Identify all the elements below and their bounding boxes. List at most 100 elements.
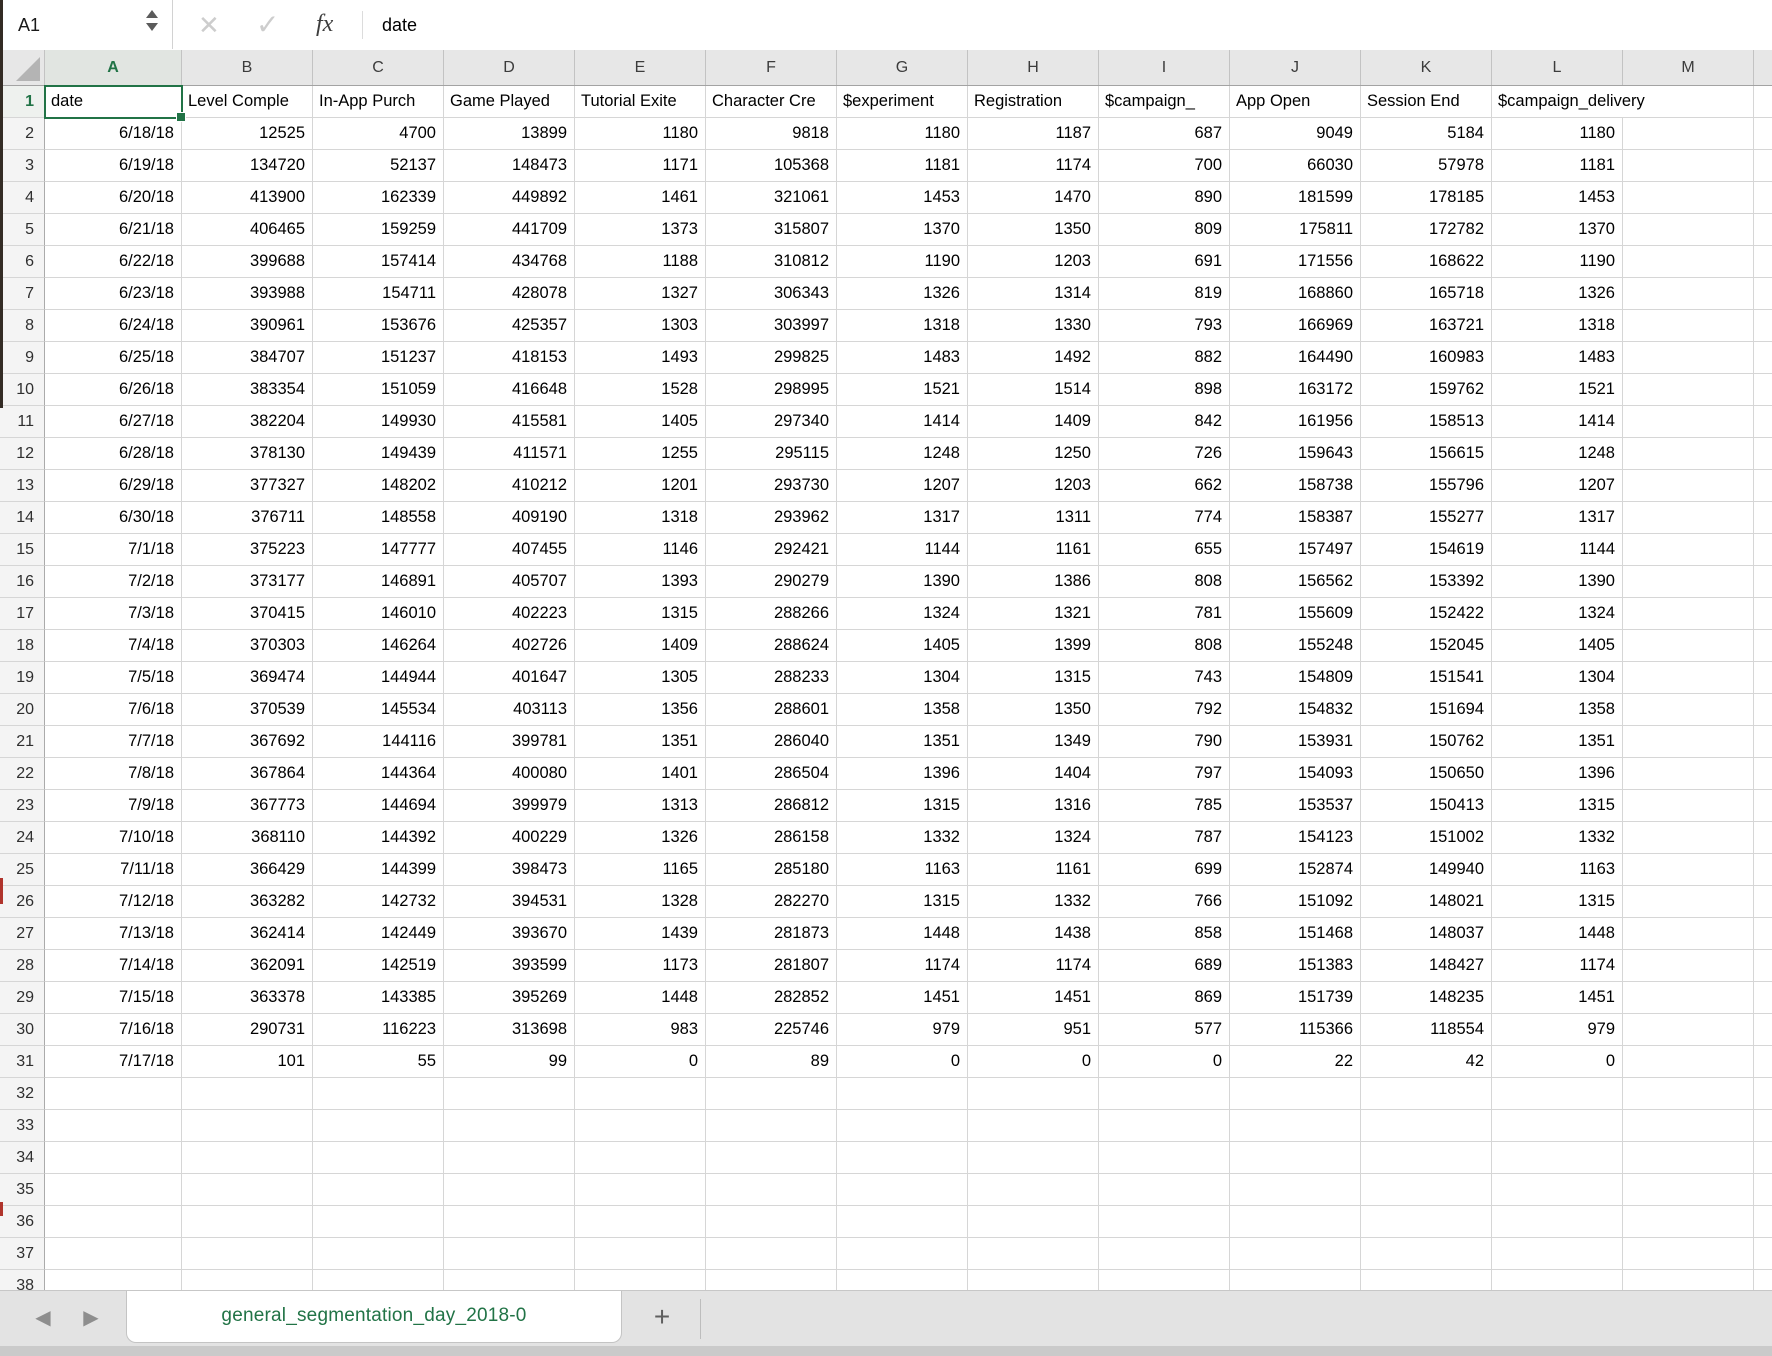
cell-A29[interactable]: 7/15/18 bbox=[45, 982, 182, 1014]
cell-K11[interactable]: 158513 bbox=[1361, 406, 1492, 438]
cell-B8[interactable]: 390961 bbox=[182, 310, 313, 342]
cell-J36[interactable] bbox=[1230, 1206, 1361, 1238]
cell-C30[interactable]: 116223 bbox=[313, 1014, 444, 1046]
cell-F19[interactable]: 288233 bbox=[706, 662, 837, 694]
cell-F6[interactable]: 310812 bbox=[706, 246, 837, 278]
cell-H3[interactable]: 1174 bbox=[968, 150, 1099, 182]
cell-F14[interactable]: 293962 bbox=[706, 502, 837, 534]
cell-K34[interactable] bbox=[1361, 1142, 1492, 1174]
cell-L21[interactable]: 1351 bbox=[1492, 726, 1623, 758]
cell-L38[interactable] bbox=[1492, 1270, 1623, 1290]
cell-B17[interactable]: 370415 bbox=[182, 598, 313, 630]
cell-B6[interactable]: 399688 bbox=[182, 246, 313, 278]
cell-M38[interactable] bbox=[1623, 1270, 1754, 1290]
cell-L2[interactable]: 1180 bbox=[1492, 118, 1623, 150]
cell-E24[interactable]: 1326 bbox=[575, 822, 706, 854]
cell-M5[interactable] bbox=[1623, 214, 1754, 246]
cell-I5[interactable]: 809 bbox=[1099, 214, 1230, 246]
row-header-14[interactable]: 14 bbox=[0, 502, 45, 534]
cell-G24[interactable]: 1332 bbox=[837, 822, 968, 854]
cell-D28[interactable]: 393599 bbox=[444, 950, 575, 982]
row-header-26[interactable]: 26 bbox=[0, 886, 45, 918]
cell-I7[interactable]: 819 bbox=[1099, 278, 1230, 310]
cell-A36[interactable] bbox=[45, 1206, 182, 1238]
cell-D15[interactable]: 407455 bbox=[444, 534, 575, 566]
cell-L28[interactable]: 1174 bbox=[1492, 950, 1623, 982]
row-header-13[interactable]: 13 bbox=[0, 470, 45, 502]
cell-M23[interactable] bbox=[1623, 790, 1754, 822]
row-header-35[interactable]: 35 bbox=[0, 1174, 45, 1206]
cell-F3[interactable]: 105368 bbox=[706, 150, 837, 182]
row-header-8[interactable]: 8 bbox=[0, 310, 45, 342]
cell-L36[interactable] bbox=[1492, 1206, 1623, 1238]
cell-B14[interactable]: 376711 bbox=[182, 502, 313, 534]
cell-H31[interactable]: 0 bbox=[968, 1046, 1099, 1078]
cell-K1[interactable]: Session End bbox=[1361, 86, 1492, 118]
select-all-corner[interactable] bbox=[0, 50, 45, 85]
cell-F18[interactable]: 288624 bbox=[706, 630, 837, 662]
cell-G7[interactable]: 1326 bbox=[837, 278, 968, 310]
cell-A23[interactable]: 7/9/18 bbox=[45, 790, 182, 822]
cell-J32[interactable] bbox=[1230, 1078, 1361, 1110]
cell-D17[interactable]: 402223 bbox=[444, 598, 575, 630]
row-header-5[interactable]: 5 bbox=[0, 214, 45, 246]
cell-E3[interactable]: 1171 bbox=[575, 150, 706, 182]
cell-M29[interactable] bbox=[1623, 982, 1754, 1014]
cell-J17[interactable]: 155609 bbox=[1230, 598, 1361, 630]
cell-A5[interactable]: 6/21/18 bbox=[45, 214, 182, 246]
cell-J6[interactable]: 171556 bbox=[1230, 246, 1361, 278]
cell-B19[interactable]: 369474 bbox=[182, 662, 313, 694]
cell-J1[interactable]: App Open bbox=[1230, 86, 1361, 118]
cell-L3[interactable]: 1181 bbox=[1492, 150, 1623, 182]
cell-E15[interactable]: 1146 bbox=[575, 534, 706, 566]
cell-H6[interactable]: 1203 bbox=[968, 246, 1099, 278]
cell-F24[interactable]: 286158 bbox=[706, 822, 837, 854]
cell-G38[interactable] bbox=[837, 1270, 968, 1290]
cell-F15[interactable]: 292421 bbox=[706, 534, 837, 566]
cell-I23[interactable]: 785 bbox=[1099, 790, 1230, 822]
cell-J9[interactable]: 164490 bbox=[1230, 342, 1361, 374]
cell-J30[interactable]: 115366 bbox=[1230, 1014, 1361, 1046]
cell-K38[interactable] bbox=[1361, 1270, 1492, 1290]
cell-L32[interactable] bbox=[1492, 1078, 1623, 1110]
cell-I27[interactable]: 858 bbox=[1099, 918, 1230, 950]
cell-C14[interactable]: 148558 bbox=[313, 502, 444, 534]
cell-I29[interactable]: 869 bbox=[1099, 982, 1230, 1014]
cell-K29[interactable]: 148235 bbox=[1361, 982, 1492, 1014]
cell-L7[interactable]: 1326 bbox=[1492, 278, 1623, 310]
cell-H34[interactable] bbox=[968, 1142, 1099, 1174]
cell-B16[interactable]: 373177 bbox=[182, 566, 313, 598]
cell-H1[interactable]: Registration bbox=[968, 86, 1099, 118]
cell-I37[interactable] bbox=[1099, 1238, 1230, 1270]
cell-J21[interactable]: 153931 bbox=[1230, 726, 1361, 758]
cell-A35[interactable] bbox=[45, 1174, 182, 1206]
cell-A27[interactable]: 7/13/18 bbox=[45, 918, 182, 950]
cell-L25[interactable]: 1163 bbox=[1492, 854, 1623, 886]
cell-D25[interactable]: 398473 bbox=[444, 854, 575, 886]
cell-B21[interactable]: 367692 bbox=[182, 726, 313, 758]
cell-B12[interactable]: 378130 bbox=[182, 438, 313, 470]
cell-J15[interactable]: 157497 bbox=[1230, 534, 1361, 566]
cell-A11[interactable]: 6/27/18 bbox=[45, 406, 182, 438]
cell-H33[interactable] bbox=[968, 1110, 1099, 1142]
cell-G10[interactable]: 1521 bbox=[837, 374, 968, 406]
cell-K27[interactable]: 148037 bbox=[1361, 918, 1492, 950]
cell-G12[interactable]: 1248 bbox=[837, 438, 968, 470]
cell-E20[interactable]: 1356 bbox=[575, 694, 706, 726]
cell-F5[interactable]: 315807 bbox=[706, 214, 837, 246]
cell-J20[interactable]: 154832 bbox=[1230, 694, 1361, 726]
cell-G32[interactable] bbox=[837, 1078, 968, 1110]
cell-H32[interactable] bbox=[968, 1078, 1099, 1110]
cell-F8[interactable]: 303997 bbox=[706, 310, 837, 342]
cell-D23[interactable]: 399979 bbox=[444, 790, 575, 822]
cell-F9[interactable]: 299825 bbox=[706, 342, 837, 374]
cell-K36[interactable] bbox=[1361, 1206, 1492, 1238]
cell-M2[interactable] bbox=[1623, 118, 1754, 150]
cell-I22[interactable]: 797 bbox=[1099, 758, 1230, 790]
sheet-tab-active[interactable]: general_segmentation_day_2018-0 bbox=[126, 1291, 622, 1343]
cell-A16[interactable]: 7/2/18 bbox=[45, 566, 182, 598]
cell-D2[interactable]: 13899 bbox=[444, 118, 575, 150]
cell-E11[interactable]: 1405 bbox=[575, 406, 706, 438]
cell-H17[interactable]: 1321 bbox=[968, 598, 1099, 630]
cell-F33[interactable] bbox=[706, 1110, 837, 1142]
